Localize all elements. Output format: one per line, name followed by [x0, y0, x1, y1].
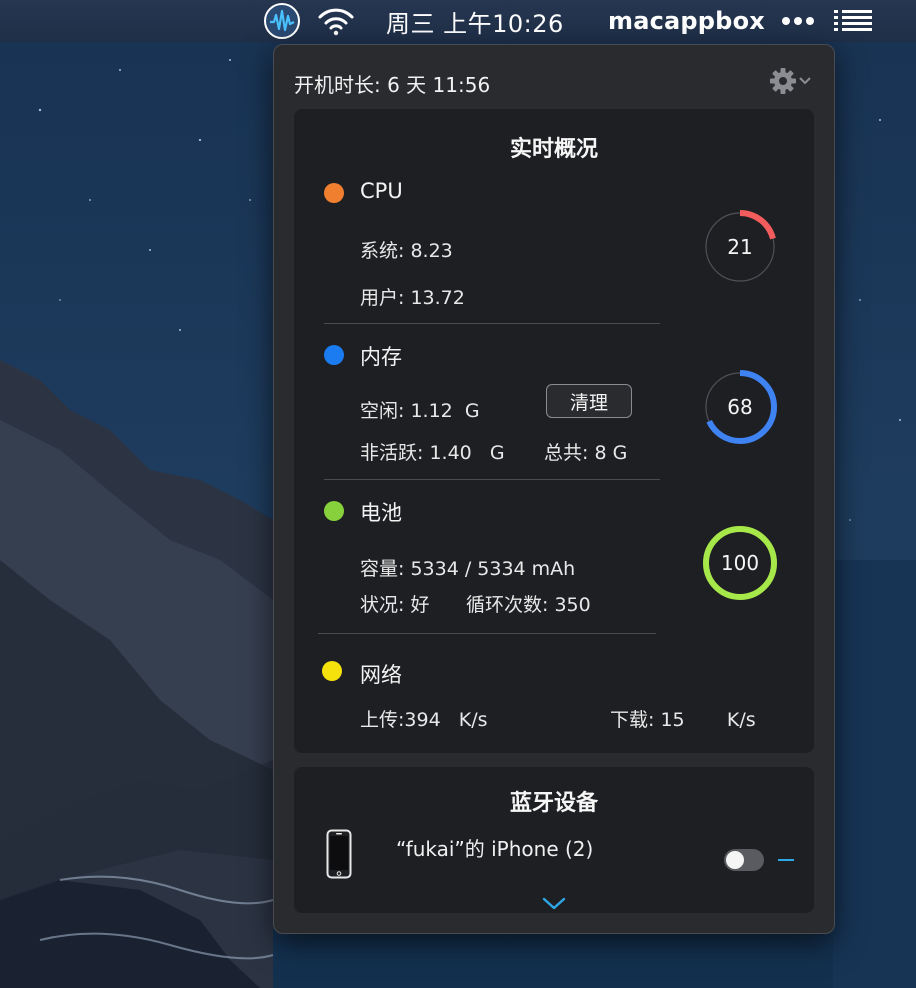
cpu-label: CPU	[360, 179, 403, 203]
battery-level-value: 100	[720, 551, 760, 575]
network-label: 网络	[360, 663, 402, 687]
battery-status-value: 状况: 好	[360, 594, 430, 616]
memory-total-value: 总共: 8 G	[544, 442, 628, 464]
toggle-knob	[726, 851, 744, 869]
memory-usage-ring: 68	[700, 367, 780, 447]
cpu-divider	[324, 323, 660, 324]
battery-level-ring: 100	[700, 523, 780, 603]
network-upload-value: 上传:394 K/s	[360, 709, 488, 731]
battery-divider	[318, 633, 656, 634]
bluetooth-title: 蓝牙设备	[509, 791, 598, 816]
minus-icon[interactable]	[778, 859, 794, 861]
gear-icon	[770, 68, 796, 94]
memory-free-value: 空闲: 1.12 G	[360, 400, 480, 422]
bluetooth-devices-card: 蓝牙设备 “fukai”的 iPhone (2)	[294, 767, 814, 913]
memory-divider	[324, 479, 660, 480]
list-menu-icon[interactable]	[834, 0, 874, 42]
menu-username[interactable]: macappbox	[608, 0, 765, 42]
bluetooth-device-name: “fukai”的 iPhone (2)	[396, 837, 594, 861]
realtime-title: 实时概况	[509, 137, 598, 162]
uptime-text: 开机时长: 6 天 11:56	[294, 73, 491, 97]
network-download-value: 下载: 15 K/s	[610, 709, 756, 731]
network-color-dot	[322, 661, 342, 681]
cpu-user-value: 用户: 13.72	[360, 287, 465, 309]
memory-inactive-value: 非活跃: 1.40 G	[360, 442, 505, 464]
battery-label: 电池	[360, 501, 402, 525]
clean-memory-button[interactable]: 清理	[546, 384, 632, 418]
memory-color-dot	[324, 345, 344, 365]
wifi-icon[interactable]	[316, 0, 356, 42]
battery-capacity-value: 容量: 5334 / 5334 mAh	[360, 558, 576, 580]
realtime-overview-card: 实时概况 CPU 系统: 8.23 用户: 13.72 21 内存 空闲: 1.…	[294, 109, 814, 753]
menu-bar: 周三 上午10:26 macappbox	[0, 0, 916, 42]
cpu-system-value: 系统: 8.23	[360, 240, 453, 262]
settings-menu-button[interactable]	[768, 67, 816, 95]
iphone-icon	[326, 829, 352, 879]
battery-color-dot	[324, 501, 344, 521]
menu-clock[interactable]: 周三 上午10:26	[386, 0, 564, 42]
chevron-down-icon[interactable]	[542, 897, 566, 911]
bluetooth-device-toggle[interactable]	[724, 849, 764, 871]
audio-waveform-icon[interactable]	[263, 0, 301, 42]
memory-label: 内存	[360, 345, 402, 369]
battery-cycles-value: 循环次数: 350	[466, 594, 591, 616]
cpu-usage-ring: 21	[700, 207, 780, 287]
chevron-down-icon	[799, 77, 811, 85]
memory-usage-value: 68	[727, 395, 753, 419]
cpu-color-dot	[324, 183, 344, 203]
more-dots-icon[interactable]	[780, 0, 816, 42]
cpu-usage-value: 21	[727, 235, 753, 259]
system-monitor-popover: 开机时长: 6 天 11:56 实时概况 CPU 系统: 8.23 用户: 13…	[273, 44, 835, 934]
